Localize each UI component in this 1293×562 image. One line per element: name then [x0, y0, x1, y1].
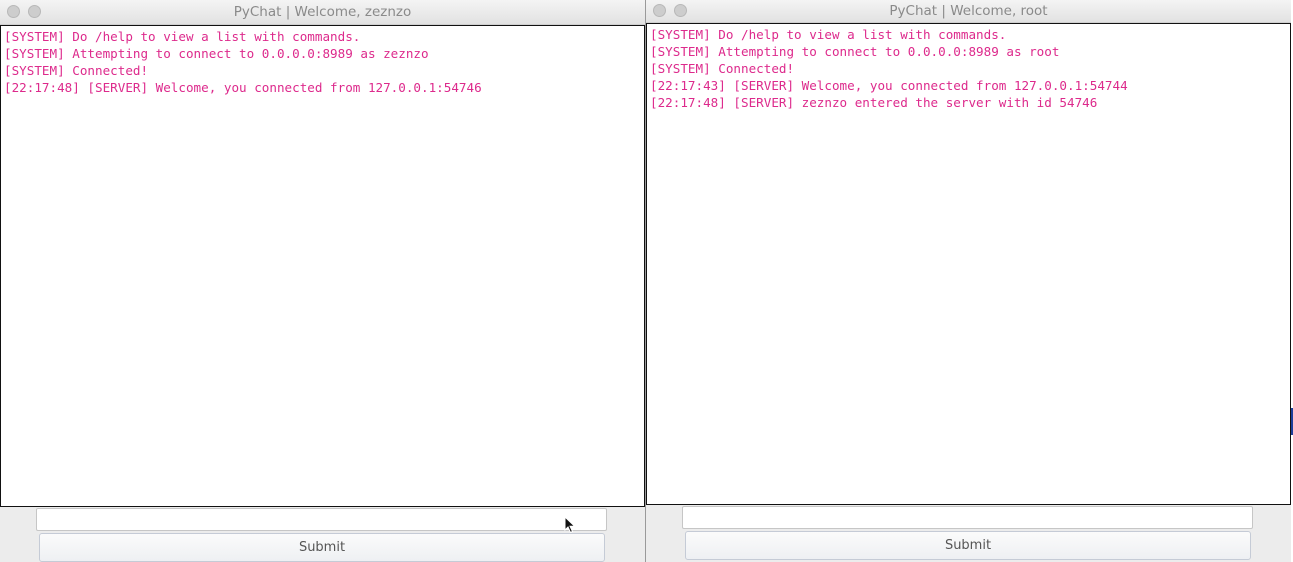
submit-button[interactable]: Submit: [685, 531, 1251, 560]
chat-log[interactable]: [SYSTEM] Do /help to view a list with co…: [646, 23, 1291, 505]
title-bar[interactable]: PyChat | Welcome, root: [646, 0, 1291, 23]
chat-message: [SYSTEM] Attempting to connect to 0.0.0.…: [650, 44, 1060, 59]
chat-message: [SYSTEM] Attempting to connect to 0.0.0.…: [4, 46, 429, 61]
mouse-pointer-icon: [564, 516, 576, 534]
chat-message: [SYSTEM] Connected!: [650, 61, 795, 76]
submit-button[interactable]: Submit: [39, 533, 605, 562]
chat-message: [SYSTEM] Connected!: [4, 63, 149, 78]
chat-message: [SYSTEM] Do /help to view a list with co…: [650, 27, 1007, 42]
chat-message: [SYSTEM] Do /help to view a list with co…: [4, 29, 361, 44]
window-title: PyChat | Welcome, zeznzo: [233, 4, 412, 20]
chat-log[interactable]: [SYSTEM] Do /help to view a list with co…: [0, 25, 645, 507]
chat-window-root: PyChat | Welcome, root [SYSTEM] Do /help…: [646, 0, 1291, 562]
chat-message: [22:17:48] [SERVER] zeznzo entered the s…: [650, 95, 1098, 110]
chat-message: [22:17:48] [SERVER] Welcome, you connect…: [4, 80, 482, 95]
chat-message: [22:17:43] [SERVER] Welcome, you connect…: [650, 78, 1128, 93]
window-title: PyChat | Welcome, root: [889, 3, 1048, 19]
chat-window-zeznzo: PyChat | Welcome, zeznzo [SYSTEM] Do /he…: [0, 0, 645, 562]
title-bar[interactable]: PyChat | Welcome, zeznzo: [0, 0, 645, 25]
message-input[interactable]: [682, 506, 1253, 529]
message-input[interactable]: [36, 508, 607, 531]
